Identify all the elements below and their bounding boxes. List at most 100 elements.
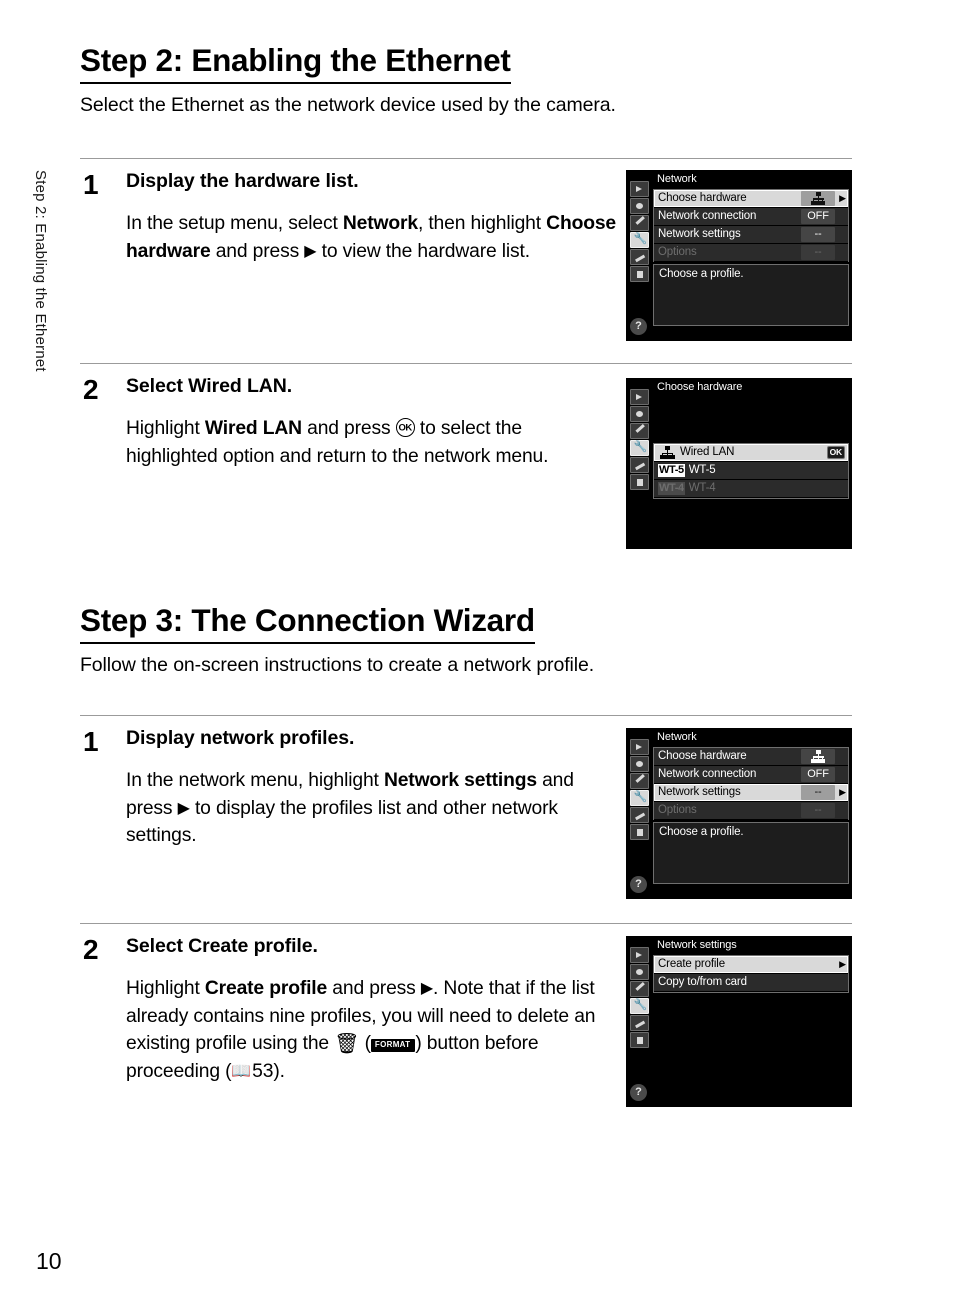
lcd-title: Network — [657, 173, 697, 185]
setup-menu-icon — [629, 998, 649, 1014]
section-step-3-title: Step 3: The Connection Wizard — [80, 603, 535, 645]
chevron-right-icon: ▶ — [837, 752, 848, 761]
playback-icon — [629, 181, 649, 197]
multi-selector-right-icon: ▶ — [420, 980, 433, 998]
setup-menu-icon — [629, 440, 649, 456]
playback-icon — [629, 947, 649, 963]
custom-settings-icon — [629, 773, 649, 789]
page-reference: 53 — [252, 1060, 274, 1082]
playback-icon — [629, 739, 649, 755]
menu-list: Create profile ▶ Copy to/from card ▶ — [653, 954, 849, 993]
network-icon — [801, 190, 835, 206]
t: Select — [126, 935, 189, 957]
menu-item-choose-hardware[interactable]: Choose hardware ▶ — [654, 189, 848, 208]
menu-item-value: OFF — [801, 766, 835, 782]
wt5-tag-icon: WT-5 — [658, 463, 685, 477]
retouch-icon — [629, 1015, 649, 1031]
step-2-2-text: Highlight Wired LAN and press OK to sele… — [126, 415, 616, 470]
t: and press — [301, 418, 396, 440]
lcd-main-area: Choose hardware Wired LAN OK WT-5 WT-5 W… — [652, 378, 852, 549]
lcd-screenshot-network-settings: ? Network settings Create profile ▶ Copy… — [626, 936, 852, 1107]
step-2-1-heading: Display the hardware list. — [126, 170, 359, 192]
hardware-item-label: Wired LAN — [680, 446, 735, 459]
network-icon — [660, 446, 675, 460]
retouch-icon — [629, 807, 649, 823]
chevron-right-icon: ▶ — [839, 786, 846, 797]
chapter-side-tab: Step 2: Enabling the Ethernet — [26, 170, 52, 500]
section-step-3-subtitle: Follow the on-screen instructions to cre… — [80, 654, 595, 677]
hardware-item-label: WT-5 — [688, 464, 716, 477]
menu-item-label: Options — [658, 804, 697, 817]
menu-item-options: Options -- ▶ — [654, 243, 848, 262]
t: and press — [210, 240, 305, 262]
retouch-icon — [629, 249, 649, 265]
menu-item-network-connection[interactable]: Network connection OFF ▶ — [654, 207, 848, 226]
t: In the setup menu, select — [126, 213, 343, 235]
menu-item-label: Options — [658, 246, 697, 259]
chevron-right-icon: ▶ — [837, 770, 848, 779]
help-icon: ? — [630, 1084, 647, 1101]
lcd-title: Network settings — [657, 939, 737, 951]
hardware-item-wired-lan[interactable]: Wired LAN OK — [654, 443, 848, 462]
wt4-tag-icon: WT-4 — [658, 481, 685, 495]
menu-item-value: OFF — [801, 208, 835, 224]
menu-item-network-settings[interactable]: Network settings -- ▶ — [654, 225, 848, 244]
chevron-right-icon: ▶ — [839, 192, 846, 203]
menu-item-network-settings[interactable]: Network settings -- ▶ — [654, 783, 848, 802]
help-icon: ? — [630, 876, 647, 893]
delete-trash-icon: 🗑 — [334, 1033, 360, 1056]
t: Select — [126, 375, 189, 397]
hardware-item-wt4: WT-4 WT-4 — [654, 479, 848, 498]
step-2-1-number: 1 — [83, 169, 99, 200]
chevron-right-icon: ▶ — [837, 248, 848, 257]
bold-network: Network — [342, 213, 418, 235]
menu-list: Choose hardware ▶ Network connection OFF… — [653, 188, 849, 262]
network-icon — [801, 748, 835, 764]
my-menu-icon — [629, 266, 649, 282]
shooting-menu-icon — [629, 406, 649, 422]
menu-item-value: -- — [801, 802, 835, 818]
setup-menu-icon — [629, 790, 649, 806]
menu-item-label: Choose hardware — [658, 192, 747, 205]
step-3-2-number: 2 — [83, 934, 99, 965]
chevron-right-icon: ▶ — [837, 978, 848, 987]
t: . — [286, 375, 293, 397]
ok-button-label: OK — [398, 422, 413, 434]
my-menu-icon — [629, 824, 649, 840]
page-number: 10 — [36, 1248, 62, 1274]
my-menu-icon — [629, 474, 649, 490]
menu-item-create-profile[interactable]: Create profile ▶ — [654, 955, 848, 974]
lcd-screenshot-network-2: ? Network Choose hardware ▶ Network conn… — [626, 728, 852, 899]
lcd-screenshot-network-1: ? Network Choose hardware ▶ Network conn… — [626, 170, 852, 341]
playback-icon — [629, 389, 649, 405]
chevron-right-icon: ▶ — [837, 230, 848, 239]
menu-item-value: -- — [801, 226, 835, 242]
t: In the network menu, highlight — [126, 770, 384, 792]
lcd-main-area: Network Choose hardware ▶ Network connec… — [652, 170, 852, 341]
menu-item-choose-hardware[interactable]: Choose hardware ▶ — [654, 747, 848, 766]
step-3-1-text: In the network menu, highlight Network s… — [126, 767, 616, 849]
menu-item-network-connection[interactable]: Network connection OFF ▶ — [654, 765, 848, 784]
section-step-2-title: Step 2: Enabling the Ethernet — [80, 43, 511, 85]
menu-item-label: Network connection — [658, 210, 757, 223]
menu-item-label: Choose hardware — [658, 750, 747, 763]
chevron-right-icon: ▶ — [837, 806, 848, 815]
t: and press — [327, 978, 421, 1000]
bold-create-profile: Create profile — [188, 935, 313, 957]
lcd-main-area: Network settings Create profile ▶ Copy t… — [652, 936, 852, 1107]
hardware-item-wt5[interactable]: WT-5 WT-5 — [654, 461, 848, 480]
menu-item-copy-to-from-card[interactable]: Copy to/from card ▶ — [654, 973, 848, 992]
section-step-2: Step 2: Enabling the Ethernet Select the… — [80, 43, 852, 117]
bold-wired-lan: Wired LAN — [204, 418, 302, 440]
t: , then highlight — [417, 213, 547, 235]
lcd-screenshot-choose-hardware: Choose hardware Wired LAN OK WT-5 WT-5 W… — [626, 378, 852, 549]
lcd-title: Choose hardware — [657, 381, 743, 393]
hardware-list: Wired LAN OK WT-5 WT-5 WT-4 WT-4 — [653, 442, 849, 499]
lcd-title: Network — [657, 731, 697, 743]
hardware-item-label: WT-4 — [688, 482, 716, 495]
setup-menu-icon — [629, 232, 649, 248]
step-2-2-heading: Select Wired LAN. — [126, 375, 616, 398]
step-3-1-number: 1 — [83, 726, 99, 757]
menu-rail: ? — [626, 936, 652, 1107]
